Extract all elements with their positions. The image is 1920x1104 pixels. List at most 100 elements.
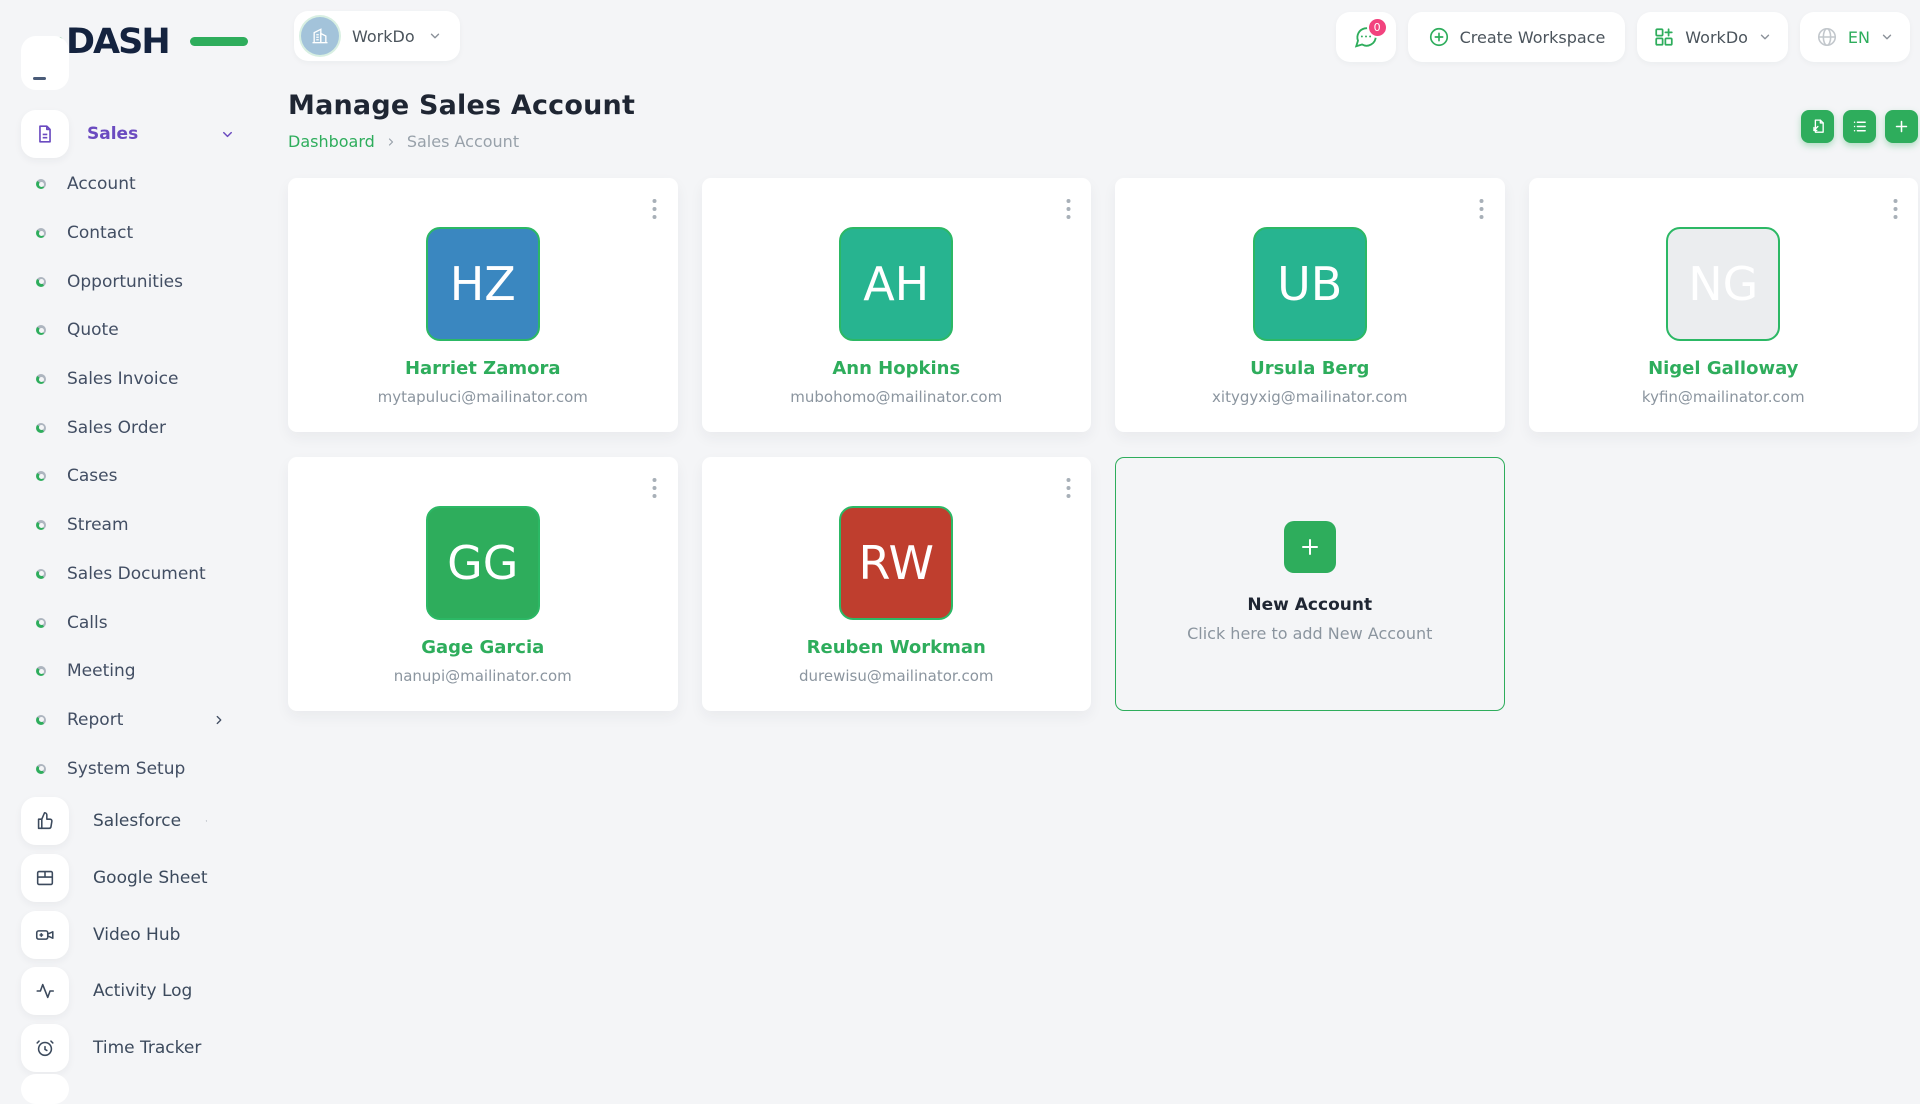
sidebar-item-label: Contact <box>67 223 240 243</box>
chevron-right-icon <box>385 136 397 148</box>
messages-button[interactable]: 0 <box>1336 12 1396 62</box>
chevron-right-icon <box>212 713 226 727</box>
sidebar-item-report[interactable]: Report <box>0 696 240 745</box>
card-menu-button[interactable] <box>1058 475 1078 501</box>
sidebar-item-partial[interactable] <box>21 1074 69 1104</box>
bullet-icon <box>36 520 46 530</box>
sidebar-item-calls[interactable]: Calls <box>0 598 240 647</box>
kebab-menu-icon <box>1479 198 1484 220</box>
account-avatar: GG <box>426 506 540 620</box>
account-email: nanupi@mailinator.com <box>394 667 572 685</box>
card-menu-button[interactable] <box>1472 196 1492 222</box>
table-icon <box>21 854 69 902</box>
card-menu-button[interactable] <box>1885 196 1905 222</box>
thumbs-up-icon <box>21 797 69 845</box>
messages-count-badge: 0 <box>1367 17 1388 38</box>
kebab-menu-icon <box>652 198 657 220</box>
sidebar-item-sales[interactable]: Sales <box>21 110 235 158</box>
breadcrumb-dashboard-link[interactable]: Dashboard <box>288 132 375 151</box>
sidebar-item-label: Sales Order <box>67 418 240 438</box>
sidebar-item-label: Sales Document <box>67 564 240 584</box>
plus-icon <box>1893 118 1910 135</box>
sidebar-item-activity-log[interactable]: Activity Log <box>0 963 248 1020</box>
sidebar-item-label: Quote <box>67 320 240 340</box>
sidebar-item-sales-document[interactable]: Sales Document <box>0 550 240 599</box>
account-email: durewisu@mailinator.com <box>799 667 994 685</box>
create-workspace-label: Create Workspace <box>1460 28 1606 47</box>
account-avatar: UB <box>1253 227 1367 341</box>
sidebar-collapse-button[interactable] <box>21 36 69 90</box>
account-card: RW Reuben Workman durewisu@mailinator.co… <box>702 457 1092 711</box>
bullet-icon <box>36 666 46 676</box>
language-selector[interactable]: EN <box>1800 12 1910 62</box>
sidebar-item-meeting[interactable]: Meeting <box>0 647 240 696</box>
language-code: EN <box>1848 28 1870 47</box>
sidebar-item-label: Account <box>67 174 240 194</box>
workspace-switcher[interactable]: WorkDo <box>294 11 460 61</box>
account-name[interactable]: Harriet Zamora <box>405 358 561 379</box>
sidebar-item-label: System Setup <box>67 759 240 779</box>
sidebar-item-sales-order[interactable]: Sales Order <box>0 403 240 452</box>
workdo-menu-label: WorkDo <box>1685 28 1748 47</box>
account-card: AH Ann Hopkins mubohomo@mailinator.com <box>702 178 1092 432</box>
sidebar-item-quote[interactable]: Quote <box>0 306 240 355</box>
account-name[interactable]: Ann Hopkins <box>832 358 960 379</box>
alarm-clock-icon <box>21 1024 69 1072</box>
kebab-menu-icon <box>1893 198 1898 220</box>
sidebar-item-stream[interactable]: Stream <box>0 501 240 550</box>
sidebar-item-time-tracker[interactable]: Time Tracker <box>0 1020 248 1077</box>
bullet-icon <box>36 325 46 335</box>
chevron-down-icon <box>1880 30 1894 44</box>
workspace-name: WorkDo <box>352 27 415 46</box>
list-view-button[interactable] <box>1843 110 1876 143</box>
bullet-icon <box>36 228 46 238</box>
account-name[interactable]: Ursula Berg <box>1250 358 1369 379</box>
chevron-down-icon <box>428 29 442 43</box>
new-account-card[interactable]: New Account Click here to add New Accoun… <box>1115 457 1505 711</box>
plus-icon <box>1284 521 1336 573</box>
sidebar-item-label: Video Hub <box>93 925 248 945</box>
activity-icon <box>21 967 69 1015</box>
sidebar-item-google-sheet[interactable]: Google Sheet <box>0 850 248 907</box>
card-menu-button[interactable] <box>1058 196 1078 222</box>
account-name[interactable]: Gage Garcia <box>421 637 544 658</box>
sidebar-item-label: Opportunities <box>67 272 240 292</box>
bullet-icon <box>36 471 46 481</box>
bullet-icon <box>36 179 46 189</box>
sidebar-item-opportunities[interactable]: Opportunities <box>0 257 240 306</box>
file-export-icon <box>1809 118 1826 135</box>
card-menu-button[interactable] <box>645 196 665 222</box>
account-card: HZ Harriet Zamora mytapuluci@mailinator.… <box>288 178 678 432</box>
bullet-icon <box>36 569 46 579</box>
sidebar-item-system-setup[interactable]: System Setup <box>0 744 240 793</box>
account-email: mytapuluci@mailinator.com <box>378 388 588 406</box>
sidebar-item-contact[interactable]: Contact <box>0 209 240 258</box>
workdo-menu-button[interactable]: WorkDo <box>1637 12 1788 62</box>
sidebar-item-label: Calls <box>67 613 240 633</box>
breadcrumb: Dashboard Sales Account <box>288 132 635 151</box>
account-email: mubohomo@mailinator.com <box>790 388 1002 406</box>
card-menu-button[interactable] <box>645 475 665 501</box>
sidebar-item-label: Sales <box>87 124 202 144</box>
new-account-title: New Account <box>1247 595 1372 615</box>
account-name[interactable]: Reuben Workman <box>807 637 986 658</box>
export-button[interactable] <box>1801 110 1834 143</box>
sidebar-item-label: Report <box>67 710 191 730</box>
sidebar-item-account[interactable]: Account <box>0 160 240 209</box>
create-workspace-button[interactable]: Create Workspace <box>1408 12 1626 62</box>
account-email: kyfin@mailinator.com <box>1642 388 1805 406</box>
account-name[interactable]: Nigel Galloway <box>1648 358 1798 379</box>
account-avatar: AH <box>839 227 953 341</box>
sidebar-item-sales-invoice[interactable]: Sales Invoice <box>0 355 240 404</box>
bullet-icon <box>36 374 46 384</box>
grid-plus-icon <box>1653 26 1675 48</box>
sidebar-item-label: Sales Invoice <box>67 369 240 389</box>
kebab-menu-icon <box>652 477 657 499</box>
sidebar-item-cases[interactable]: Cases <box>0 452 240 501</box>
sidebar-item-label: Meeting <box>67 661 240 681</box>
sidebar-item-video-hub[interactable]: Video Hub <box>0 906 248 963</box>
add-account-button[interactable] <box>1885 110 1918 143</box>
sidebar-item-label: Cases <box>67 466 240 486</box>
chevron-down-icon <box>1758 30 1772 44</box>
sidebar-item-salesforce[interactable]: Salesforce <box>0 793 248 850</box>
